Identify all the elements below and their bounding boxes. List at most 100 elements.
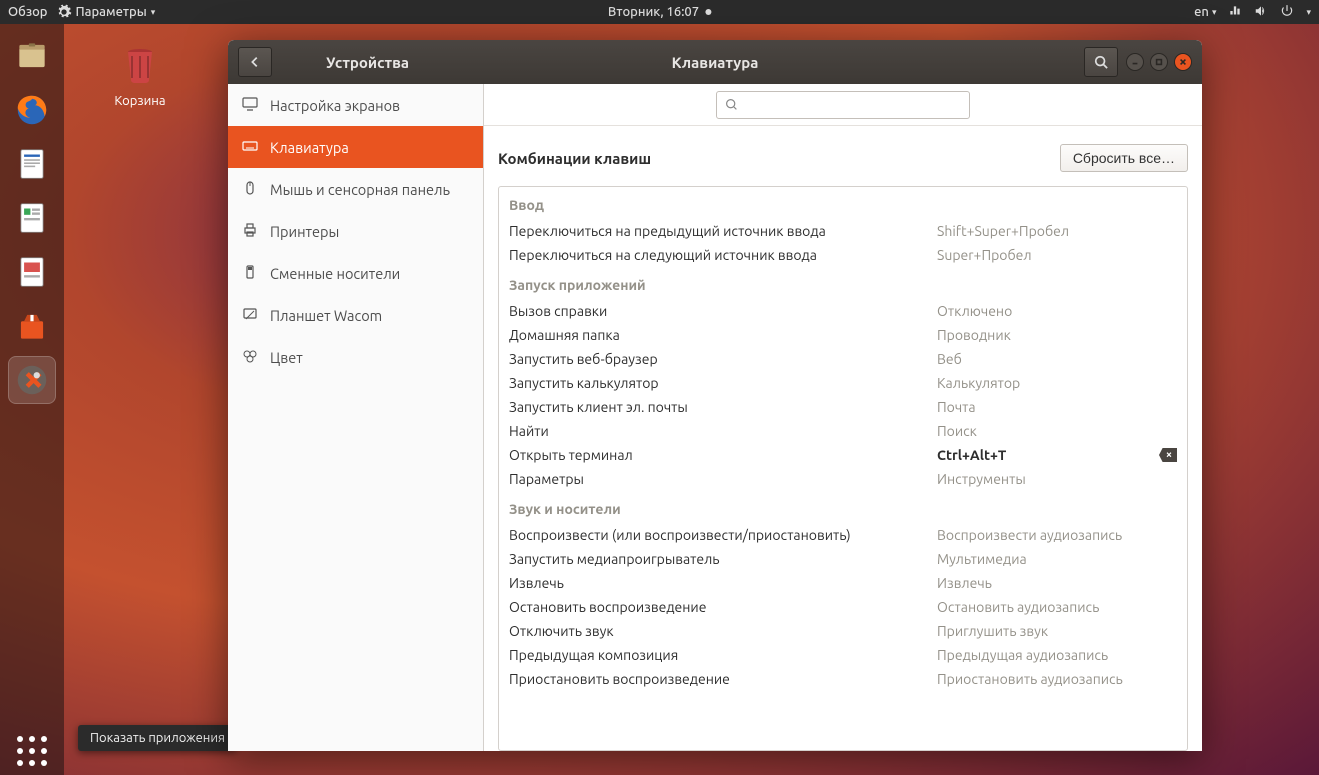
shortcut-row[interactable]: Открыть терминалCtrl+Alt+T — [499, 443, 1187, 467]
sidebar: Настройка экранов Клавиатура Мышь и сенсор… — [228, 84, 484, 751]
shortcut-row[interactable]: Запустить клиент эл. почтыПочта — [499, 395, 1187, 419]
sidebar-item-label: Клавиатура — [270, 139, 349, 156]
shortcut-row[interactable]: Предыдущая композицияПредыдущая аудиозап… — [499, 643, 1187, 667]
shortcut-row[interactable]: Вызов справкиОтключено — [499, 299, 1187, 323]
erase-icon[interactable] — [1159, 448, 1177, 462]
shortcut-row[interactable]: Домашняя папкаПроводник — [499, 323, 1187, 347]
shortcut-row[interactable]: Приостановить воспроизведениеПриостанови… — [499, 667, 1187, 691]
group-title: Запуск приложений — [499, 267, 1187, 299]
chevron-down-icon: ▾ — [1306, 7, 1311, 18]
dock-files[interactable] — [8, 32, 56, 80]
sidebar-item-mouse[interactable]: Мышь и сенсорная панель — [228, 168, 483, 210]
shortcut-row[interactable]: Отключить звукПриглушить звук — [499, 619, 1187, 643]
dock-firefox[interactable] — [8, 86, 56, 134]
shortcut-value: Предыдущая аудиозапись — [937, 647, 1177, 663]
group-title: Звук и носители — [499, 491, 1187, 523]
sidebar-item-wacom[interactable]: Планшет Wacom — [228, 294, 483, 336]
shortcut-row[interactable]: Остановить воспроизведениеОстановить ауд… — [499, 595, 1187, 619]
sidebar-item-printers[interactable]: Принтеры — [228, 210, 483, 252]
shortcut-label: Приостановить воспроизведение — [509, 671, 937, 687]
search-row — [484, 84, 1202, 126]
dock — [0, 24, 64, 775]
shortcut-label: Запустить калькулятор — [509, 375, 937, 391]
shortcut-row[interactable]: Воспроизвести (или воспроизвести/приоста… — [499, 523, 1187, 547]
minimize-button[interactable] — [1126, 53, 1144, 71]
reset-all-button[interactable]: Сбросить все… — [1060, 144, 1188, 172]
dock-writer[interactable] — [8, 140, 56, 188]
shortcut-label: Переключиться на следующий источник ввод… — [509, 247, 937, 263]
sidebar-item-label: Мышь и сенсорная панель — [270, 181, 450, 198]
shortcut-value: Приглушить звук — [937, 623, 1177, 639]
desktop-trash[interactable]: Корзина — [95, 40, 185, 108]
shortcut-label: Запустить клиент эл. почты — [509, 399, 937, 415]
sidebar-item-keyboard[interactable]: Клавиатура — [228, 126, 483, 168]
app-menu[interactable]: Параметры ▾ — [56, 4, 156, 20]
shortcut-row[interactable]: Запустить калькуляторКалькулятор — [499, 371, 1187, 395]
gear-icon — [56, 4, 72, 20]
power-icon[interactable] — [1280, 4, 1294, 21]
back-button[interactable] — [238, 47, 272, 77]
shortcut-row[interactable]: НайтиПоиск — [499, 419, 1187, 443]
shortcut-value: Отключено — [937, 303, 1177, 319]
network-icon[interactable] — [1228, 4, 1242, 21]
shortcut-row[interactable]: ИзвлечьИзвлечь — [499, 571, 1187, 595]
shortcut-value: Почта — [937, 399, 1177, 415]
sidebar-item-removable[interactable]: Сменные носители — [228, 252, 483, 294]
dock-impress[interactable] — [8, 248, 56, 296]
dock-calc[interactable] — [8, 194, 56, 242]
sidebar-item-label: Цвет — [270, 349, 303, 366]
shortcut-label: Воспроизвести (или воспроизвести/приоста… — [509, 527, 937, 543]
shortcut-label: Запустить медиапроигрыватель — [509, 551, 937, 567]
activities-button[interactable]: Обзор — [8, 5, 48, 19]
shortcut-label: Запустить веб-браузер — [509, 351, 937, 367]
search-icon — [1094, 55, 1108, 69]
section-title: Комбинации клавиш — [498, 150, 651, 167]
shortcut-list[interactable]: ВводПереключиться на предыдущий источник… — [498, 186, 1188, 751]
titlebar[interactable]: Устройства Клавиатура — [228, 40, 1202, 84]
chevron-down-icon: ▾ — [1212, 7, 1217, 18]
shortcut-value: Поиск — [937, 423, 1177, 439]
shortcut-row[interactable]: Переключиться на предыдущий источник вво… — [499, 219, 1187, 243]
shortcut-value: Веб — [937, 351, 1177, 367]
shortcut-value: Мультимедиа — [937, 551, 1177, 567]
trash-icon — [116, 40, 164, 88]
clock-label: Вторник, 16:07 — [608, 5, 699, 19]
shortcut-row[interactable]: ПараметрыИнструменты — [499, 467, 1187, 491]
volume-icon[interactable] — [1254, 4, 1268, 21]
color-icon — [242, 348, 258, 367]
top-panel: Обзор Параметры ▾ Вторник, 16:07 en ▾ ▾ — [0, 0, 1319, 24]
shortcut-label: Предыдущая композиция — [509, 647, 937, 663]
sidebar-item-label: Планшет Wacom — [270, 307, 382, 324]
shortcut-row[interactable]: Запустить медиапроигрывательМультимедиа — [499, 547, 1187, 571]
close-button[interactable] — [1174, 53, 1192, 71]
titlebar-search-button[interactable] — [1084, 47, 1118, 77]
sidebar-item-displays[interactable]: Настройка экранов — [228, 84, 483, 126]
shortcut-label: Параметры — [509, 471, 937, 487]
dock-show-apps[interactable] — [8, 727, 56, 775]
search-icon — [725, 98, 738, 111]
shortcut-value: Ctrl+Alt+T — [937, 447, 1177, 463]
shortcut-search-input[interactable] — [716, 91, 970, 119]
shortcut-value: Super+Пробел — [937, 247, 1177, 263]
removable-icon — [242, 264, 258, 283]
clock[interactable]: Вторник, 16:07 — [608, 5, 711, 19]
keyboard-icon — [242, 138, 258, 157]
sidebar-item-color[interactable]: Цвет — [228, 336, 483, 378]
shortcut-value: Инструменты — [937, 471, 1177, 487]
shortcut-row[interactable]: Запустить веб-браузерВеб — [499, 347, 1187, 371]
displays-icon — [242, 96, 258, 115]
shortcut-value: Воспроизвести аудиозапись — [937, 527, 1177, 543]
shortcut-label: Извлечь — [509, 575, 937, 591]
keyboard-layout-indicator[interactable]: en ▾ — [1194, 5, 1216, 19]
titlebar-section: Устройства — [326, 54, 409, 71]
shortcut-row[interactable]: Переключиться на следующий источник ввод… — [499, 243, 1187, 267]
printers-icon — [242, 222, 258, 241]
shortcut-label: Вызов справки — [509, 303, 937, 319]
desktop-trash-label: Корзина — [95, 94, 185, 108]
dock-software[interactable] — [8, 302, 56, 350]
window-title: Клавиатура — [672, 54, 759, 71]
shortcut-value: Калькулятор — [937, 375, 1177, 391]
dock-settings[interactable] — [8, 356, 56, 404]
shortcut-label: Остановить воспроизведение — [509, 599, 937, 615]
maximize-button[interactable] — [1150, 53, 1168, 71]
